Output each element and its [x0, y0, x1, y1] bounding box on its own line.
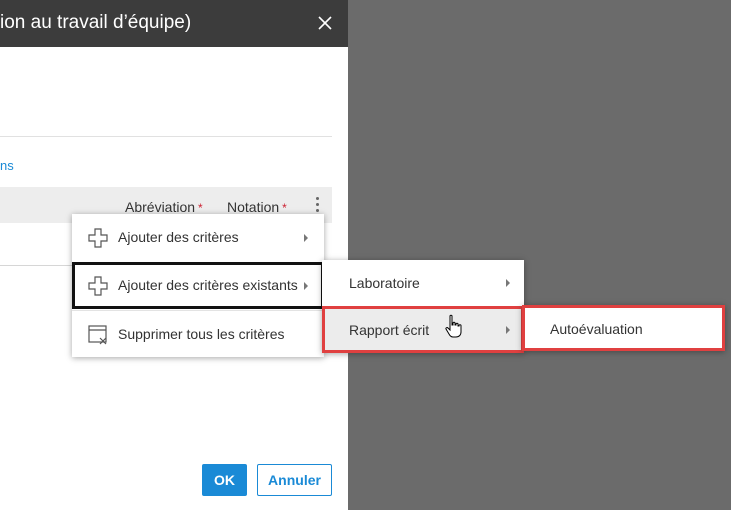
- close-button[interactable]: [314, 12, 336, 34]
- column-header-notation: Notation *: [227, 199, 287, 215]
- column-header-abbreviation: Abréviation *: [125, 199, 203, 215]
- submenu-item-label: Laboratoire: [349, 275, 420, 291]
- more-options-icon[interactable]: [313, 197, 321, 215]
- section-link[interactable]: ns: [0, 158, 14, 173]
- submenu-arrow-icon: [304, 282, 308, 290]
- menu-item-label: Ajouter des critères: [118, 229, 239, 245]
- report-criteria-submenu: Autoévaluation: [522, 305, 725, 351]
- dialog-titlebar: ion au travail d’équipe): [0, 0, 348, 47]
- plus-icon: [88, 276, 108, 296]
- submenu-arrow-icon: [506, 279, 510, 287]
- section-divider: [0, 136, 332, 137]
- menu-item-label: Ajouter des critères existants: [118, 277, 298, 293]
- plus-icon: [88, 228, 108, 248]
- dialog-title: ion au travail d’équipe): [0, 12, 192, 33]
- required-mark: *: [282, 201, 287, 215]
- close-icon: [318, 16, 332, 30]
- cancel-button[interactable]: Annuler: [257, 464, 332, 496]
- menu-item-delete-all-criteria[interactable]: Supprimer tous les critères: [72, 311, 324, 358]
- delete-table-icon: [88, 325, 107, 345]
- criteria-context-menu: Ajouter des critères Ajouter des critère…: [72, 214, 324, 357]
- menu-item-add-criteria[interactable]: Ajouter des critères: [72, 214, 324, 261]
- hand-cursor-icon: [445, 314, 462, 338]
- submenu-item-label: Rapport écrit: [349, 322, 430, 338]
- submenu-arrow-icon: [304, 234, 308, 242]
- required-mark: *: [198, 201, 203, 215]
- menu-item-add-existing-criteria[interactable]: Ajouter des critères existants: [72, 262, 324, 309]
- submenu-arrow-icon: [506, 326, 510, 334]
- submenu-item-label: Autoévaluation: [550, 321, 643, 337]
- ok-button[interactable]: OK: [202, 464, 247, 496]
- existing-criteria-submenu: Laboratoire Rapport écrit: [322, 260, 524, 353]
- submenu-item-rapport-ecrit[interactable]: Rapport écrit: [322, 306, 524, 353]
- submenu-item-autoevaluation[interactable]: Autoévaluation: [525, 308, 722, 348]
- submenu-item-laboratoire[interactable]: Laboratoire: [322, 260, 524, 306]
- menu-item-label: Supprimer tous les critères: [118, 326, 285, 342]
